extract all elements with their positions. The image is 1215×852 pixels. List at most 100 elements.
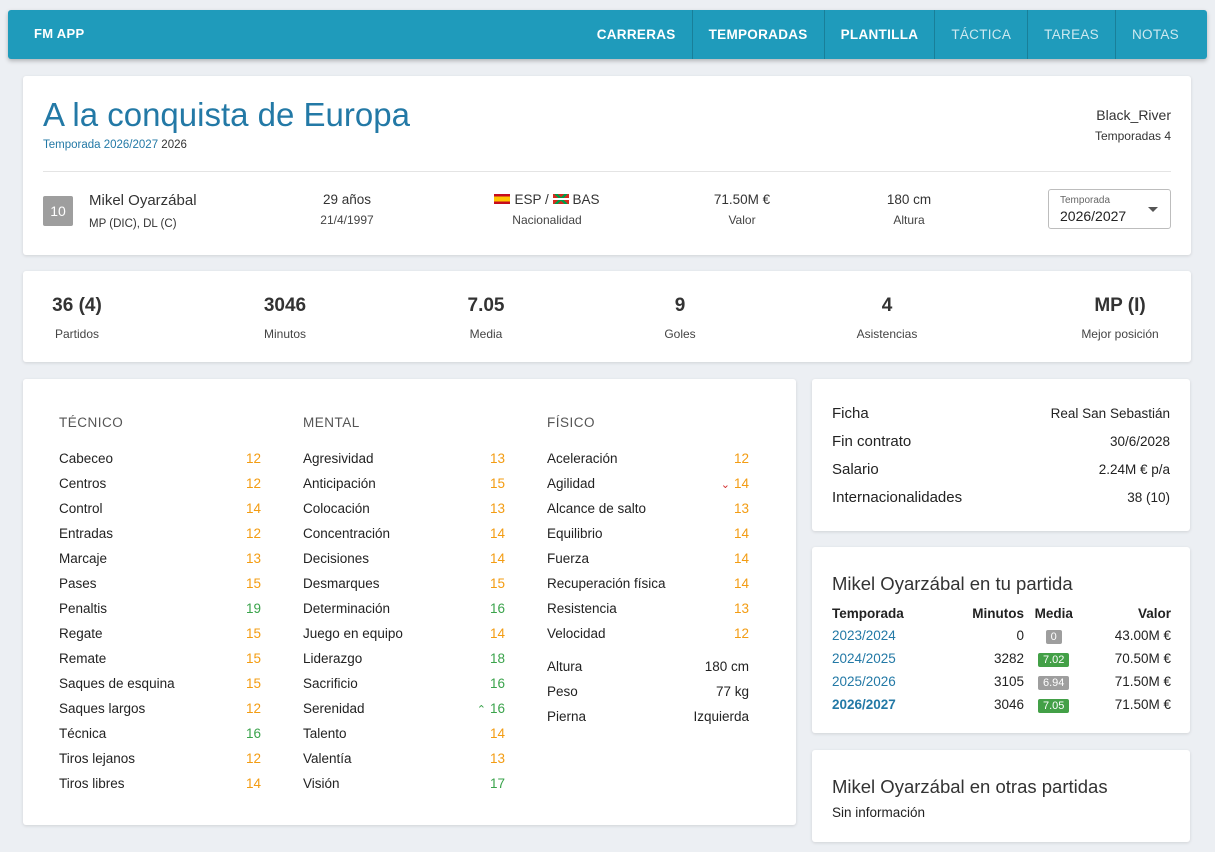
attribute-value: 15 [489, 576, 505, 591]
attribute-name: Serenidad [303, 701, 365, 716]
career-title: A la conquista de Europa [43, 96, 410, 133]
attribute-row: Talento 14 [303, 726, 505, 751]
attribute-row: Aceleración 12 [547, 451, 749, 476]
contract-key: Fin contrato [832, 432, 912, 450]
attribute-value: 180 cm [704, 659, 749, 674]
season-link[interactable]: 2025/2026 [832, 674, 896, 689]
stat-label: Minutos [263, 327, 307, 341]
attribute-value-wrap: 15 [246, 676, 261, 701]
attribute-row: Serenidad ⌃ 16 [303, 701, 505, 726]
column-header-media: Media [1034, 605, 1073, 621]
rating-badge: 6.94 [1038, 675, 1070, 690]
nav-item-notas[interactable]: NOTAS [1114, 10, 1195, 59]
attribute-value: 16 [489, 601, 505, 616]
attribute-name: Penaltis [59, 601, 108, 616]
season-link[interactable]: 2024/2025 [832, 651, 896, 666]
table-row: 2024/2025 3282 7.02 70.50M € [832, 647, 1171, 670]
attribute-value-wrap: 18 [490, 651, 505, 676]
attribute-value-wrap: 14 [490, 626, 505, 651]
history-table: Temporada Minutos Media Valor 2023/2024 0… [832, 602, 1171, 716]
attribute-row: Anticipación 15 [303, 476, 505, 501]
stat-media: 7.05 Media [406, 295, 566, 341]
attribute-name: Fuerza [547, 551, 590, 566]
attribute-value: 13 [733, 601, 749, 616]
attribute-row: Agresividad 13 [303, 451, 505, 476]
attributes-heading: TÉCNICO [59, 415, 124, 430]
stat-value: 9 [674, 295, 686, 316]
attribute-value-wrap: 14 [490, 526, 505, 551]
table-header-row: Temporada Minutos Media Valor [832, 602, 1171, 624]
attribute-value: 14 [489, 526, 505, 541]
player-age: 29 años [322, 192, 372, 207]
attribute-row: Peso 77 kg [547, 684, 749, 709]
nav-item-temporadas[interactable]: TEMPORADAS [691, 10, 824, 59]
value-cell: 70.50M € [1114, 651, 1171, 666]
season-link[interactable]: Temporada 2026/2027 [43, 139, 158, 151]
attribute-row: Valentía 13 [303, 751, 505, 776]
attribute-row: Regate 15 [59, 626, 261, 651]
attribute-value: 19 [245, 601, 261, 616]
contract-key: Ficha [832, 404, 869, 422]
attribute-row: Liderazgo 18 [303, 651, 505, 676]
attribute-row: Saques de esquina 15 [59, 676, 261, 701]
contract-value: 30/6/2028 [1109, 433, 1170, 449]
attribute-value: 77 kg [715, 684, 749, 699]
attribute-value-wrap: 14 [734, 551, 749, 576]
season-cell: 2023/2024 [832, 624, 944, 647]
history-card: Mikel Oyarzábal en tu partida Temporada … [812, 547, 1190, 733]
value-cell: 71.50M € [1114, 697, 1171, 712]
attribute-name: Colocación [303, 501, 370, 516]
attribute-value-wrap: 12 [246, 751, 261, 776]
height-label: Altura [893, 213, 925, 227]
app-bar: FM APP CARRERAS TEMPORADAS PLANTILLA TÁC… [8, 10, 1207, 59]
other-saves-card: Mikel Oyarzábal en otras partidas Sin in… [812, 750, 1190, 842]
season-link[interactable]: 2026/2027 [832, 697, 896, 712]
contract-value: 38 (10) [1127, 489, 1170, 505]
attribute-name: Aceleración [547, 451, 618, 466]
attribute-name: Centros [59, 476, 107, 491]
attribute-row: Fuerza 14 [547, 551, 749, 576]
nav-item-plantilla[interactable]: PLANTILLA [823, 10, 935, 59]
attribute-row: Cabeceo 12 [59, 451, 261, 476]
contract-row-ficha: Ficha Real San Sebastián [832, 399, 1170, 427]
stat-asistencias: 4 Asistencias [807, 295, 967, 341]
attribute-value: 15 [245, 576, 261, 591]
attribute-value: 13 [489, 501, 505, 516]
nav-item-tactica[interactable]: TÁCTICA [934, 10, 1027, 59]
attributes-card: TÉCNICO Cabeceo 12 Centros 12 Control 14 Entra… [23, 379, 796, 825]
attribute-row: Tiros lejanos 12 [59, 751, 261, 776]
attribute-value: 14 [489, 626, 505, 641]
season-select[interactable]: Temporada 2026/2027 [1048, 189, 1171, 229]
app-brand[interactable]: FM APP [34, 26, 84, 41]
attribute-value-wrap: 12 [246, 701, 261, 726]
minutes-cell: 3105 [993, 674, 1024, 689]
attribute-name: Concentración [303, 526, 391, 541]
attribute-value: 12 [245, 476, 261, 491]
season-link[interactable]: 2023/2024 [832, 628, 896, 643]
season-cell: 2026/2027 [832, 693, 944, 716]
other-saves-text: Sin información [832, 805, 926, 820]
attribute-value: 14 [733, 576, 749, 591]
attribute-value-wrap: 180 cm [705, 659, 749, 684]
attribute-name: Agilidad [547, 476, 596, 491]
seasons-count: Temporadas 4 [1094, 129, 1171, 143]
attribute-row: Alcance de salto 13 [547, 501, 749, 526]
attribute-name: Cabeceo [59, 451, 114, 466]
attribute-row: Determinación 16 [303, 601, 505, 626]
stat-label: Goles [664, 327, 696, 341]
attribute-name: Tiros lejanos [59, 751, 136, 766]
season-cell: 2025/2026 [832, 670, 944, 693]
attribute-name: Remate [59, 651, 107, 666]
stat-mejor-posicion: MP (I) Mejor posición [1040, 295, 1200, 341]
attribute-value-wrap: 14 [490, 551, 505, 576]
attribute-value: Izquierda [693, 709, 749, 724]
attribute-value-wrap: 12 [246, 526, 261, 551]
attribute-row: Velocidad 12 [547, 626, 749, 651]
nav-item-tareas[interactable]: TAREAS [1027, 10, 1115, 59]
attribute-name: Tiros libres [59, 776, 125, 791]
nav-item-carreras[interactable]: CARRERAS [581, 10, 692, 59]
nationality-2: BAS [572, 192, 600, 207]
attributes-heading: FÍSICO [547, 415, 596, 430]
attribute-value-wrap: 14 [734, 576, 749, 601]
stat-value: 36 (4) [52, 295, 102, 316]
